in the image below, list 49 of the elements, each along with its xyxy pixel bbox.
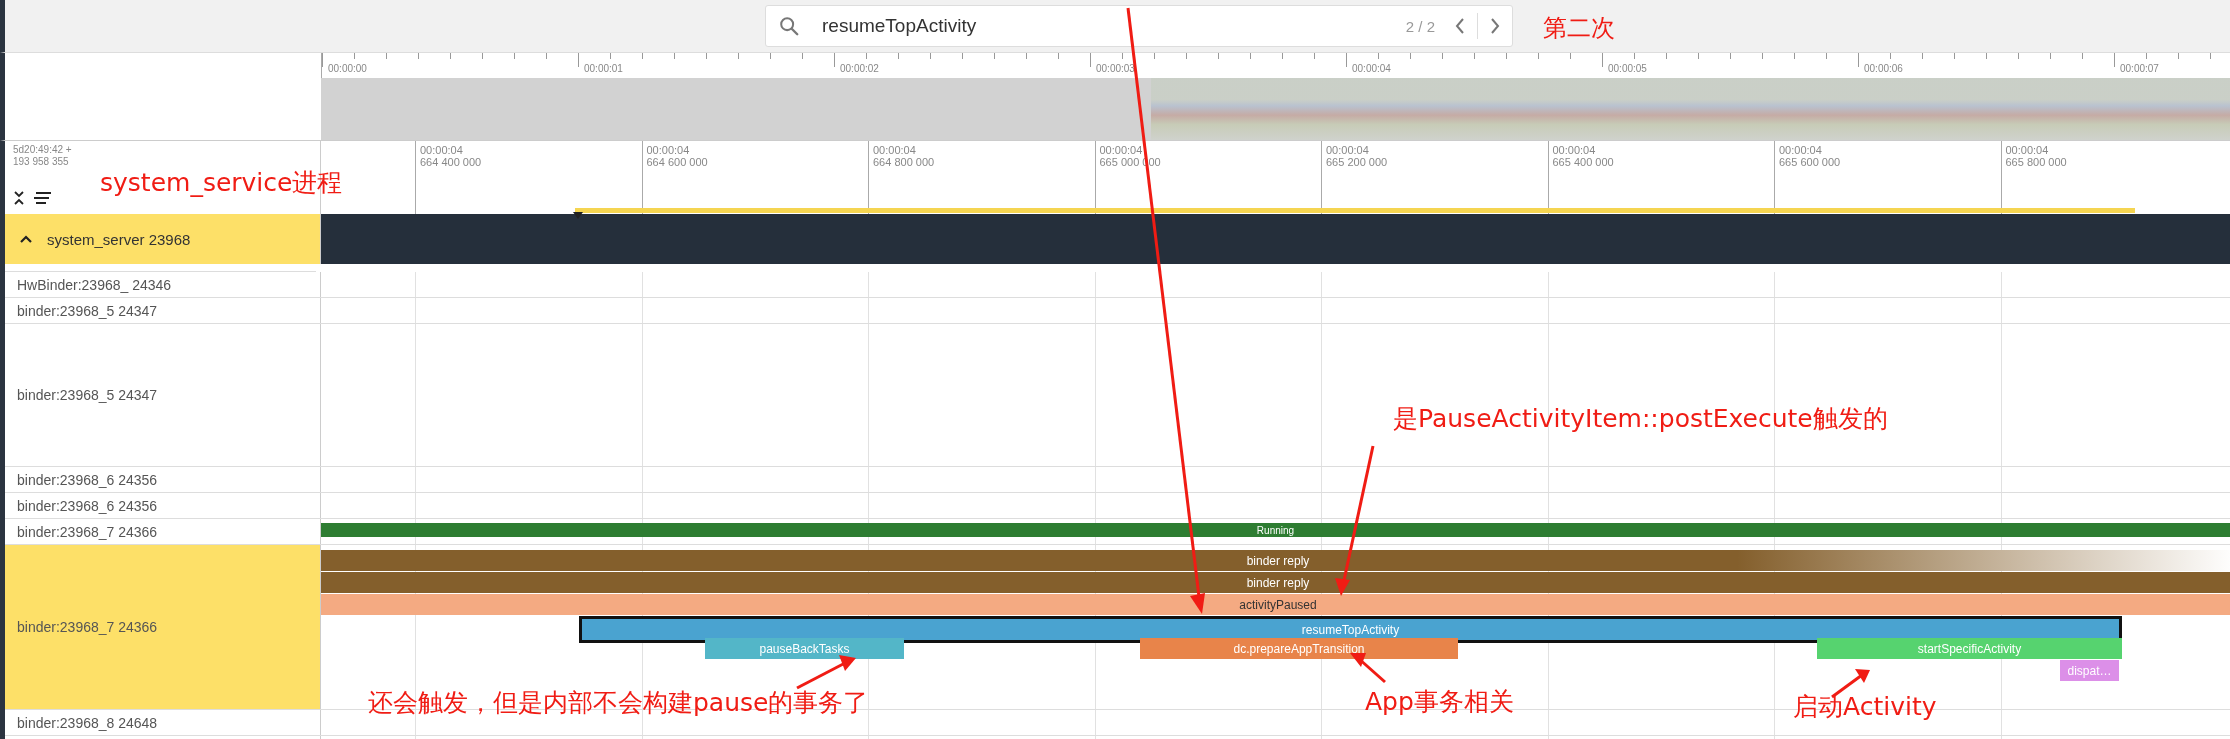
process-name: system_server 23968	[47, 230, 191, 248]
annotation-arrow	[796, 655, 856, 690]
annotation-text: App事务相关	[1365, 687, 1514, 717]
axis-time-label: 00:00:04	[873, 144, 916, 156]
axis-time-label: 00:00:04	[1326, 144, 1369, 156]
axis-time-label: 00:00:04	[1099, 144, 1143, 156]
axis-time-label: 00:00:04	[1552, 144, 1596, 156]
search-icon	[778, 15, 800, 37]
overview-time-label: 00:00:00	[328, 63, 367, 74]
trace-slice[interactable]: activityPaused	[321, 594, 2230, 615]
axis-offset-label: 664 400 000	[420, 156, 482, 168]
time-origin-offset: 193 958 355	[13, 156, 70, 168]
expand-collapse-icon[interactable]	[13, 189, 25, 207]
next-match-icon[interactable]	[1488, 16, 1502, 36]
thread-state-bar[interactable]: Running	[321, 523, 2230, 537]
marker-triangle-icon	[573, 212, 583, 219]
menu-icon[interactable]	[33, 191, 53, 205]
annotation-text: system_service进程	[100, 168, 343, 198]
thread-label[interactable]: binder:23968_7 24366	[5, 545, 321, 709]
annotation-text: 启动Activity	[1793, 692, 1937, 722]
trace-slice[interactable]: binder reply	[321, 572, 2230, 593]
chevron-up-icon[interactable]	[19, 234, 33, 244]
axis-offset-label: 664 800 000	[873, 156, 935, 168]
axis-time-label: 00:00:04	[420, 144, 463, 156]
overview-time-label: 00:00:04	[1352, 63, 1391, 74]
search-box[interactable]: resumeTopActivity 2 / 2	[765, 5, 1513, 47]
axis-offset-label: 664 600 000	[646, 156, 708, 168]
match-counter: 2 / 2	[1405, 17, 1435, 35]
overview-time-label: 00:00:07	[2120, 63, 2159, 74]
axis-time-label: 00:00:04	[1779, 144, 1822, 156]
overview-time-label: 00:00:03	[1096, 63, 1135, 74]
trace-slice[interactable]: binder reply	[321, 550, 2230, 571]
search-input[interactable]: resumeTopActivity	[810, 15, 1396, 37]
overview-time-label: 00:00:06	[1864, 63, 1903, 74]
overview-time-label: 00:00:01	[584, 63, 623, 74]
axis-offset-label: 665 800 000	[2005, 156, 2067, 168]
annotation-text: 第二次	[1543, 14, 1615, 43]
axis-time-label: 00:00:04	[2005, 144, 2049, 156]
axis-offset-label: 665 200 000	[1326, 156, 1388, 168]
axis-offset-label: 665 600 000	[1779, 156, 1841, 168]
time-origin: 5d20:49:42 +	[13, 144, 73, 156]
annotation-text: 还会触发，但是内部不会构建pause的事务了	[368, 688, 869, 718]
annotation-text: 是PauseActivityItem::postExecute触发的	[1393, 404, 1888, 434]
axis-offset-label: 665 400 000	[1552, 156, 1614, 168]
axis-time-label: 00:00:04	[646, 144, 690, 156]
overview-time-label: 00:00:05	[1608, 63, 1647, 74]
process-header[interactable]: system_server 23968	[5, 214, 321, 264]
previous-match-icon[interactable]	[1453, 16, 1467, 36]
overview-time-label: 00:00:02	[840, 63, 879, 74]
